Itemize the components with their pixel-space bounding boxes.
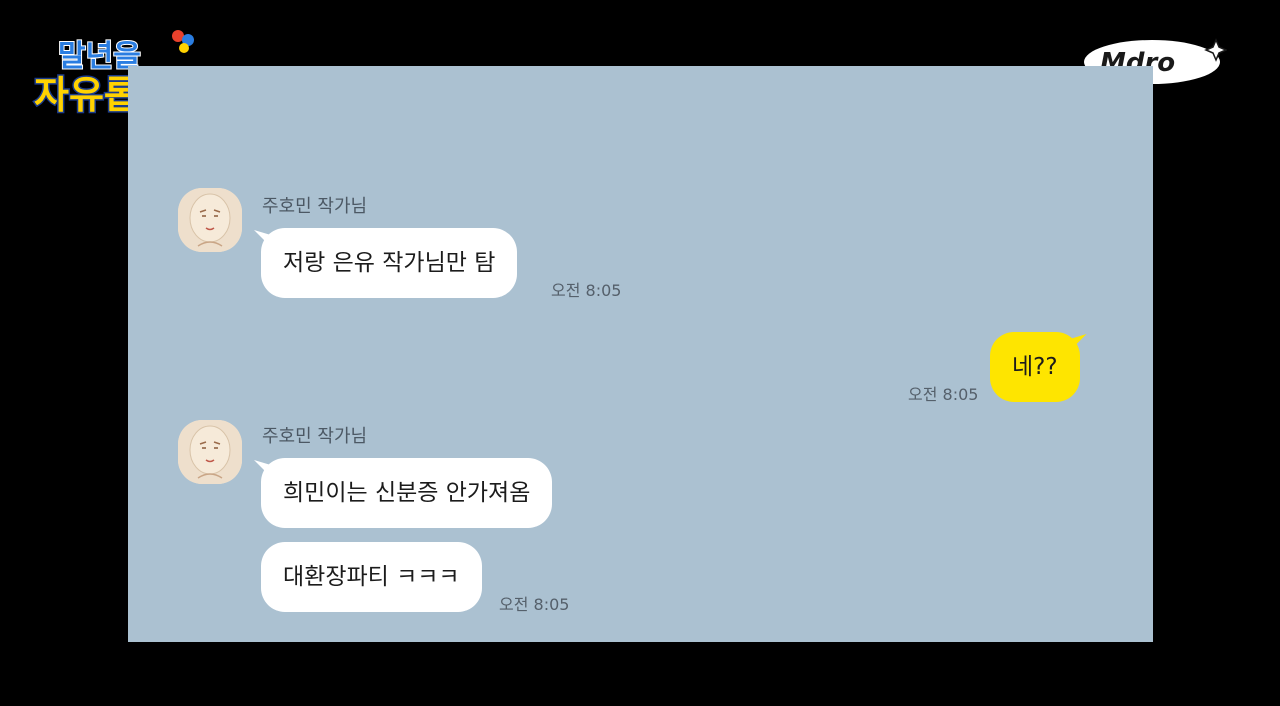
message-timestamp: 오전 8:05 <box>908 385 979 404</box>
message-timestamp: 오전 8:05 <box>551 281 622 300</box>
sender-name: 주호민 작가님 <box>262 426 368 447</box>
message-bubble[interactable]: 저랑 은유 작가님만 탐 <box>261 228 518 298</box>
avatar[interactable] <box>178 188 242 252</box>
message-bubble[interactable]: 대환장파티 ㅋㅋㅋ <box>261 542 482 612</box>
message-text: 대환장파티 ㅋㅋㅋ <box>283 564 460 590</box>
message-timestamp: 오전 8:05 <box>499 595 570 614</box>
message-text: 희민이는 신분증 안가져옴 <box>283 480 531 506</box>
chat-panel: 주호민 작가님 저랑 은유 작가님만 탐 오전 8:05 오전 8:05 네??… <box>128 66 1153 642</box>
avatar[interactable] <box>178 420 242 484</box>
my-message-bubble[interactable]: 네?? <box>990 332 1080 402</box>
message-bubble[interactable]: 희민이는 신분증 안가져옴 <box>261 458 553 528</box>
profile-face-icon <box>178 188 242 252</box>
sender-name: 주호민 작가님 <box>262 196 368 217</box>
message-text: 저랑 은유 작가님만 탐 <box>283 250 496 276</box>
message-text: 네?? <box>1012 354 1058 380</box>
profile-face-icon <box>178 420 242 484</box>
